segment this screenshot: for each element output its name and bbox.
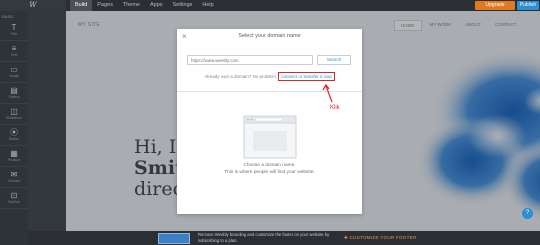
- nav-build[interactable]: Build: [70, 0, 93, 11]
- top-bar: W Build Pages Theme Apps Settings Help U…: [0, 0, 540, 11]
- element-sidebar: BASIC T Title ≡ Text ▭ Image ▤ Gallery ◫ Slid…: [0, 11, 28, 245]
- domain-search-input[interactable]: [187, 55, 313, 65]
- sidebar-tool-label: Text: [10, 53, 18, 57]
- sidebar-tool-label: Slideshow: [6, 116, 22, 120]
- publish-button[interactable]: Publish: [517, 1, 539, 10]
- weebly-logo[interactable]: W: [0, 0, 66, 11]
- annotation-label: Klik: [330, 105, 340, 111]
- footer-thumbnail: [158, 233, 190, 244]
- browser-illustration: [243, 115, 297, 159]
- section-icon: ⊡: [10, 191, 18, 200]
- choose-line-1: Choose a domain name.: [243, 163, 296, 168]
- sidebar-tool-image[interactable]: ▭ Image: [0, 62, 28, 83]
- envelope-icon: ✉: [10, 170, 18, 179]
- sidebar-tool-label: Button: [8, 137, 20, 141]
- sidebar-tool-button[interactable]: ⦿ Button: [0, 125, 28, 146]
- top-nav: Build Pages Theme Apps Settings Help: [70, 0, 219, 11]
- close-icon[interactable]: ×: [182, 32, 187, 41]
- title-icon: T: [11, 23, 17, 32]
- nav-apps[interactable]: Apps: [145, 0, 168, 11]
- upgrade-button[interactable]: Upgrade: [475, 1, 515, 10]
- sidebar-tool-label: Contact: [7, 179, 21, 183]
- sidebar-tool-label: Title: [10, 32, 18, 36]
- sidebar-tool-title[interactable]: T Title: [0, 20, 28, 41]
- search-button[interactable]: Search: [317, 55, 351, 65]
- nav-theme[interactable]: Theme: [118, 0, 145, 11]
- sidebar-tool-product[interactable]: ▦ Product: [0, 146, 28, 167]
- nav-help[interactable]: Help: [197, 0, 218, 11]
- gallery-icon: ▤: [10, 86, 18, 95]
- sidebar-tool-section[interactable]: ⊡ Section: [0, 188, 28, 209]
- sidebar-tool-gallery[interactable]: ▤ Gallery: [0, 83, 28, 104]
- sidebar-tool-text[interactable]: ≡ Text: [0, 41, 28, 62]
- help-icon[interactable]: ?: [522, 208, 533, 219]
- sidebar-tool-label: Section: [8, 200, 20, 204]
- annotation-arrow: [322, 83, 333, 103]
- choose-domain-text: Choose a domain name. This is where peop…: [177, 162, 362, 176]
- text-icon: ≡: [11, 44, 17, 53]
- already-own-domain-text: Already own a domain? No problem, connec…: [177, 72, 362, 81]
- modal-title: Select your domain name: [238, 33, 301, 39]
- choose-line-2: This is where people will find your webs…: [224, 170, 315, 175]
- customize-footer-label: CUSTOMIZE YOUR FOOTER: [349, 235, 417, 240]
- nav-settings[interactable]: Settings: [168, 0, 198, 11]
- sidebar-tool-label: Gallery: [8, 95, 20, 99]
- nav-pages[interactable]: Pages: [92, 0, 118, 11]
- sidebar-tool-slideshow[interactable]: ◫ Slideshow: [0, 104, 28, 125]
- connect-domain-link[interactable]: connect or transfer it now: [278, 72, 335, 81]
- footer-promo-text: Remove Weebly branding and customize the…: [198, 232, 330, 243]
- product-icon: ▦: [10, 149, 18, 158]
- sidebar-heading: BASIC: [2, 14, 15, 19]
- sidebar-tool-contact[interactable]: ✉ Contact: [0, 167, 28, 188]
- slideshow-icon: ◫: [10, 107, 18, 116]
- sidebar-tool-label: Image: [9, 74, 19, 78]
- sidebar-tool-label: Product: [7, 158, 21, 162]
- already-own-label: Already own a domain? No problem,: [204, 74, 277, 79]
- footer-promo-bar: Remove Weebly branding and customize the…: [28, 231, 540, 245]
- button-icon: ⦿: [10, 128, 18, 137]
- image-icon: ▭: [10, 65, 18, 74]
- customize-footer-link[interactable]: ✚ CUSTOMIZE YOUR FOOTER: [344, 234, 417, 242]
